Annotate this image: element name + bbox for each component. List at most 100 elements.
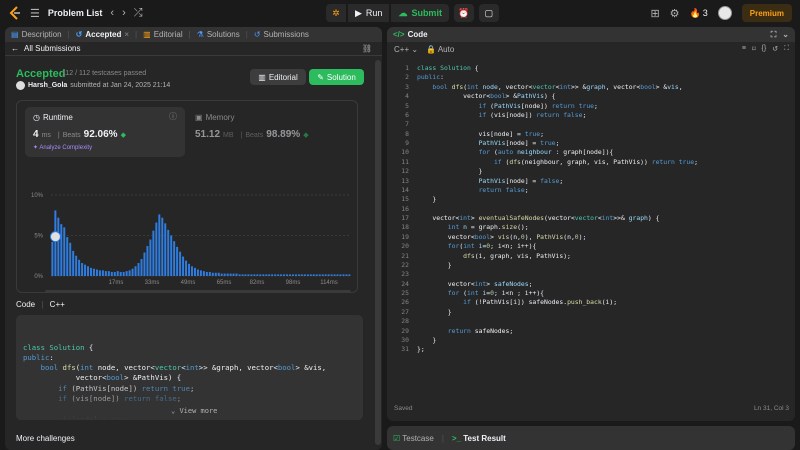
user-avatar[interactable] [717,6,732,20]
close-tab-icon[interactable]: × [124,30,129,39]
runtime-distribution-chart[interactable]: 0%5%10%17ms33ms49ms65ms82ms98ms114ms17ms… [17,161,359,293]
format-icon[interactable]: ≡ [742,45,746,53]
book-icon: ▥ [258,72,266,82]
run-button[interactable]: ▶ Run [348,4,390,22]
distribution-bar [179,251,182,276]
more-challenges-heading: More challenges [16,434,75,443]
your-submission-marker [49,231,61,243]
clock-icon: ◷ [33,113,40,122]
distribution-bar [226,273,229,276]
distribution-bar [232,273,235,276]
distribution-bar [244,274,247,276]
maximize-icon[interactable]: ⛶ [771,30,777,40]
left-scrollbar[interactable] [375,60,381,445]
timer-button[interactable]: ⏰ [453,4,474,22]
history-icon: ↺ [253,30,261,39]
author-name[interactable]: Harsh_Gola [28,82,67,89]
editorial-button[interactable]: ▥ Editorial [250,69,306,85]
runtime-card[interactable]: ◷ Runtime ⓘ 4 ms | Beats 92.06% ◆ ✦ Analy… [25,107,185,157]
streak-counter[interactable]: 🔥 3 [690,8,708,19]
submitted-code-preview: class Solution {public: bool dfs(int nod… [16,315,363,420]
all-submissions-link[interactable]: All Submissions [24,44,80,53]
distribution-bar [191,266,193,276]
distribution-bar [146,246,149,276]
tab-code[interactable]: Code [408,30,428,39]
language-select[interactable]: C++ ⌄ [394,45,418,54]
status-accepted: Accepted [16,68,66,80]
auto-mode[interactable]: 🔒 Auto [426,45,454,54]
tab-test-result[interactable]: >_ Test Result [452,434,506,443]
view-more-button[interactable]: ⌄ View more [171,406,217,416]
code-line: } [417,307,452,316]
problem-list-link[interactable]: Problem List [48,8,103,18]
distribution-bar [78,259,81,276]
distribution-bar [268,274,271,276]
analyze-complexity-link[interactable]: ✦ Analyze Complexity [33,144,92,151]
runtime-unit: ms [41,132,51,139]
code-line: for (auto neighbour : graph[node]){ [478,148,614,157]
chevron-left-icon[interactable]: ‹ [110,7,114,19]
list-icon[interactable]: ☰ [30,7,40,20]
link-icon[interactable]: ⛓ [362,44,372,53]
distribution-bar [241,274,244,276]
fire-icon: 🔥 [689,7,701,18]
distribution-bar [214,272,217,276]
code-line: } [417,260,452,269]
tab-submissions[interactable]: ↺ Submissions [254,30,309,39]
info-icon[interactable]: ⓘ [169,111,177,122]
leetcode-logo[interactable] [8,6,22,20]
bookmark-icon[interactable]: ⌑ [752,45,756,53]
left-tab-bar: ▤ Description | ↺ Accepted × | ▥ Editorial |… [5,27,382,42]
distribution-bar [170,235,173,276]
x-tick-label: 114ms [320,280,338,286]
tab-testcase[interactable]: ☑ Testcase [393,434,434,443]
edit-icon: ✎ [317,72,324,82]
shuffle-icon[interactable]: ⤮ [134,7,143,20]
tab-accepted[interactable]: ↺ Accepted × [76,30,129,39]
distribution-bar [101,270,104,276]
runtime-beats: 92.06% [83,129,118,140]
layout-grid-icon[interactable]: ⊞ [650,7,659,20]
notes-button[interactable]: ▢ [478,4,499,22]
chevron-down-icon[interactable]: ⌄ [782,30,789,40]
distribution-bar [193,267,196,276]
submit-button[interactable]: ☁ Submit [391,4,449,22]
x-tick-label: 82ms [250,280,265,286]
author-avatar[interactable] [16,81,25,90]
reset-icon[interactable]: ↺ [772,45,778,53]
arrow-left-icon[interactable]: ← [11,44,19,53]
code-line: dfs(i, graph, vis, PathVis); [463,251,571,260]
chevron-down-icon: ⌄ [171,407,176,415]
y-tick-label: 5% [34,234,43,240]
premium-button[interactable]: Premium [741,4,792,22]
solution-button[interactable]: ✎ Solution [309,69,364,85]
distribution-bar [155,222,158,276]
distribution-bar [339,274,342,276]
editor-source[interactable]: class Solution {public: bool dfs(int nod… [417,64,698,355]
fullscreen-icon[interactable]: ⛶ [784,45,789,53]
distribution-bar [149,239,152,276]
tab-editorial[interactable]: ▥ Editorial [143,30,182,39]
distribution-bar [75,255,78,276]
braces-icon[interactable]: {} [762,45,767,53]
bug-icon: ✲ [332,7,340,18]
code-line: public: [23,352,54,362]
code-editor[interactable]: 1 2 3 4 5 6 7 8 9 10 11 12 13 14 15 16 1… [387,61,795,397]
lock-icon: 🔒 [426,44,437,54]
distribution-bar [289,274,291,276]
debug-button[interactable]: ✲ [326,4,346,22]
tab-description[interactable]: ▤ Description [11,30,62,39]
memory-unit: MB [223,132,234,139]
memory-stats: 51.12 MB | Beats 98.89% ◆ [195,129,309,140]
code-tab-bar: </> Code ⛶ ⌄ [387,27,795,42]
distribution-bar [176,246,179,276]
code-line: return safeNodes; [447,326,514,335]
distribution-bar [297,274,300,276]
chevron-right-icon[interactable]: › [122,7,126,19]
code-line: vector<int> eventualSafeNodes(vector<vec… [417,214,660,222]
memory-label[interactable]: ▣ Memory [195,113,234,122]
code-line: vector<bool> &PathVis) { [417,92,556,101]
tab-solutions[interactable]: ⚗ Solutions [197,30,240,39]
distribution-bar [274,274,277,276]
settings-gear-icon[interactable]: ⚙ [670,7,680,20]
